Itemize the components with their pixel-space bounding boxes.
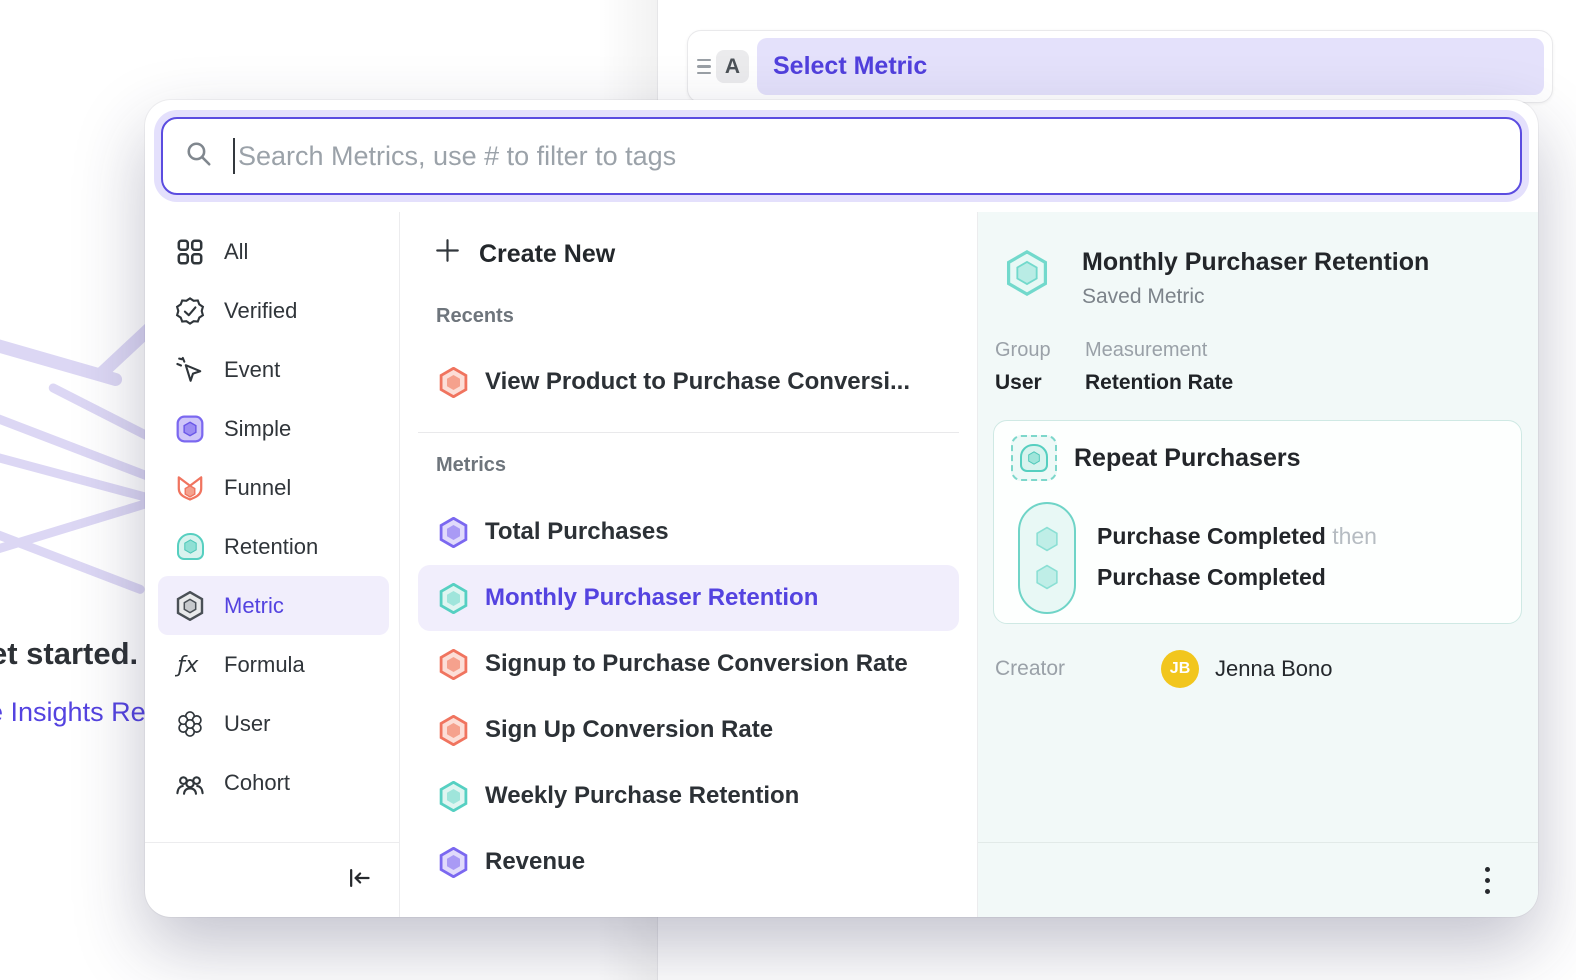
creator-name: Jenna Bono <box>1215 656 1332 682</box>
event-sequence-capsule <box>1018 502 1076 614</box>
step-line-2: Purchase Completed <box>1097 557 1377 598</box>
list-item-label: Total Purchases <box>485 518 669 546</box>
event-hexagon-icon <box>1034 526 1060 552</box>
sidebar-item-verified[interactable]: Verified <box>145 281 399 340</box>
text-cursor <box>233 138 235 174</box>
list-item-metric[interactable]: Sign Up Conversion Rate <box>418 697 959 763</box>
metrics-section-label: Metrics <box>400 454 977 477</box>
metric-detail-panel: Monthly Purchaser Retention Saved Metric… <box>978 212 1538 917</box>
list-item-metric[interactable]: Weekly Purchase Retention <box>418 763 959 829</box>
select-metric-label: Select Metric <box>773 52 927 81</box>
sidebar-item-label: Formula <box>224 652 305 678</box>
saved-metric-icon <box>175 591 205 621</box>
creator-row: Creator JB Jenna Bono <box>978 650 1538 688</box>
retention-metric-large-icon <box>1004 250 1050 296</box>
user-cluster-icon <box>175 709 205 739</box>
simple-metric-hexagon-icon <box>438 847 469 878</box>
sidebar-item-label: Event <box>224 357 280 383</box>
sidebar-item-funnel[interactable]: Funnel <box>145 458 399 517</box>
sidebar-item-all[interactable]: All <box>145 222 399 281</box>
simple-metric-icon <box>175 414 205 444</box>
sidebar-item-label: Funnel <box>224 475 291 501</box>
more-options-button[interactable] <box>1479 861 1496 900</box>
step-line-1: Purchase Completed then <box>1097 516 1377 557</box>
funnel-metric-hexagon-icon <box>438 649 469 680</box>
collapse-sidebar-button[interactable] <box>345 864 373 897</box>
clause-letter-badge: A <box>716 50 749 83</box>
metric-picker-popup: Search Metrics, use # to filter to tags … <box>145 100 1538 917</box>
list-item-label: Sign Up Conversion Rate <box>485 716 773 744</box>
sidebar-item-metric[interactable]: Metric <box>158 576 389 635</box>
sidebar-item-event[interactable]: Event <box>145 340 399 399</box>
search-input[interactable]: Search Metrics, use # to filter to tags <box>161 117 1522 195</box>
filter-sidebar: All Verified <box>145 212 400 917</box>
creator-avatar: JB <box>1161 650 1199 688</box>
sidebar-item-label: Verified <box>224 298 297 324</box>
list-item-metric[interactable]: Total Purchases <box>418 499 959 565</box>
creator-label: Creator <box>995 657 1065 681</box>
sidebar-item-label: Retention <box>224 534 318 560</box>
sidebar-item-label: User <box>224 711 270 737</box>
background-insights-link[interactable]: e Insights Re <box>0 697 146 728</box>
list-item-label: Monthly Purchaser Retention <box>485 584 818 612</box>
list-item-metric[interactable]: Revenue <box>418 829 959 895</box>
verified-badge-icon <box>175 296 205 326</box>
measurement-label: Measurement <box>1085 339 1233 362</box>
sidebar-item-cohort[interactable]: Cohort <box>145 753 399 812</box>
create-new-button[interactable]: Create New <box>400 224 977 284</box>
sidebar-item-formula[interactable]: ƒx Formula <box>145 635 399 694</box>
list-item-label: View Product to Purchase Conversi... <box>485 368 910 396</box>
sidebar-item-user[interactable]: User <box>145 694 399 753</box>
behavior-title: Repeat Purchasers <box>1074 444 1301 473</box>
metric-clause-card: A Select Metric <box>687 30 1553 103</box>
event-hexagon-icon <box>1034 564 1060 590</box>
cohort-people-icon <box>175 768 205 798</box>
list-item-metric-selected[interactable]: Monthly Purchaser Retention <box>418 565 959 631</box>
step-1-event: Purchase Completed <box>1097 523 1326 549</box>
metric-definition-card: Repeat Purchasers Purchase Completed the… <box>993 420 1522 624</box>
sidebar-item-retention[interactable]: Retention <box>145 517 399 576</box>
list-item-label: Signup to Purchase Conversion Rate <box>485 650 908 678</box>
background-headline: et started. <box>0 636 138 672</box>
detail-subtitle: Saved Metric <box>1068 285 1429 309</box>
svg-text:ƒx: ƒx <box>175 652 199 678</box>
group-label: Group <box>995 339 1061 362</box>
step-connector: then <box>1332 523 1377 549</box>
recents-section-label: Recents <box>400 305 977 328</box>
list-item-metric[interactable]: Signup to Purchase Conversion Rate <box>418 631 959 697</box>
detail-footer <box>978 842 1538 917</box>
retention-metric-hexagon-icon <box>438 583 469 614</box>
list-item-label: Revenue <box>485 848 585 876</box>
sidebar-item-simple[interactable]: Simple <box>145 399 399 458</box>
plus-icon <box>434 237 461 271</box>
list-divider <box>418 432 959 433</box>
search-placeholder: Search Metrics, use # to filter to tags <box>238 141 676 172</box>
list-item-label: Weekly Purchase Retention <box>485 782 799 810</box>
funnel-metric-hexagon-icon <box>438 367 469 398</box>
simple-metric-hexagon-icon <box>438 517 469 548</box>
detail-title: Monthly Purchaser Retention <box>1068 248 1429 277</box>
step-2-event: Purchase Completed <box>1097 564 1326 590</box>
sidebar-item-label: Simple <box>224 416 291 442</box>
sidebar-item-label: All <box>224 239 248 265</box>
list-item-recent[interactable]: View Product to Purchase Conversi... <box>418 349 959 415</box>
retention-metric-icon <box>175 532 205 562</box>
formula-icon: ƒx <box>175 650 205 680</box>
group-value: User <box>995 371 1061 395</box>
event-cursor-icon <box>175 355 205 385</box>
retention-metric-hexagon-icon <box>438 781 469 812</box>
create-new-label: Create New <box>479 240 615 269</box>
sidebar-footer <box>145 842 399 917</box>
sidebar-item-label: Metric <box>224 593 284 619</box>
select-metric-button[interactable]: Select Metric <box>757 38 1544 95</box>
grid-icon <box>175 237 205 267</box>
retention-behavior-icon <box>1011 435 1057 481</box>
sidebar-item-label: Cohort <box>224 770 290 796</box>
drag-handle-icon[interactable] <box>694 59 714 75</box>
funnel-metric-hexagon-icon <box>438 715 469 746</box>
metric-list: Create New Recents View Product to Purch… <box>400 212 978 917</box>
measurement-value: Retention Rate <box>1085 371 1233 395</box>
search-icon <box>183 138 215 175</box>
funnel-metric-icon <box>175 473 205 503</box>
